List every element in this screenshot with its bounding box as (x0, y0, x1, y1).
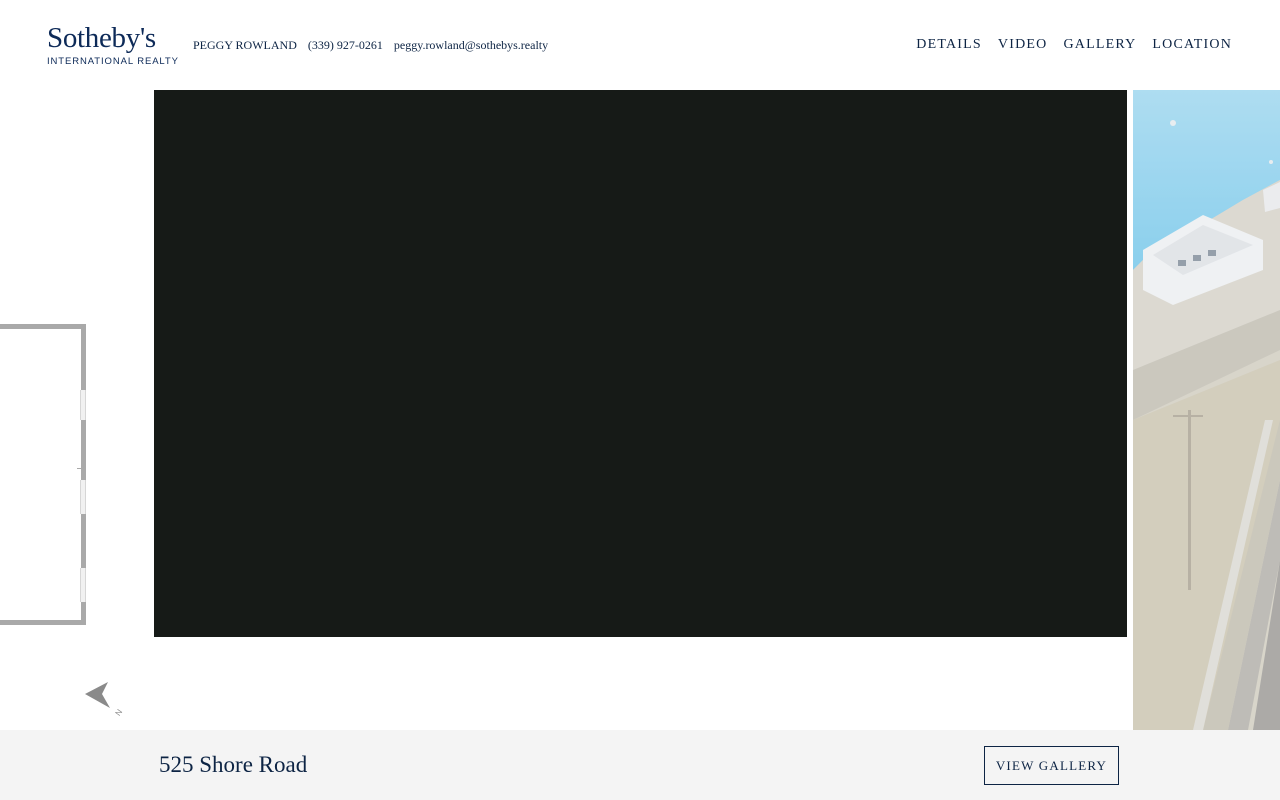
floorplan-door-mark (77, 468, 81, 469)
property-address: 525 Shore Road (159, 752, 308, 777)
sothebys-logo[interactable]: Sotheby's INTERNATIONAL REALTY (47, 22, 179, 67)
compass-label: N (114, 707, 125, 717)
logo-wordmark: Sotheby's (47, 22, 156, 54)
view-gallery-button[interactable]: VIEW GALLERY (984, 746, 1119, 785)
floorplan-slide[interactable]: N (0, 90, 154, 730)
floorplan-window (80, 390, 86, 420)
nav-location[interactable]: LOCATION (1152, 37, 1232, 53)
agent-phone-link[interactable]: (339) 927-0261 (308, 38, 383, 52)
agent-email-link[interactable]: peggy.rowland@sothebys.realty (394, 38, 548, 52)
agent-name: PEGGY ROWLAND (193, 38, 297, 52)
floorplan-window (80, 480, 86, 514)
agent-contact: PEGGY ROWLAND (339) 927-0261 peggy.rowla… (193, 38, 556, 53)
floorplan-wall-top (0, 324, 86, 329)
floorplan-window (80, 568, 86, 602)
floorplan-wall-bottom (0, 620, 86, 625)
logo-subtitle: INTERNATIONAL REALTY (47, 56, 179, 67)
compass-arrow-icon: N (85, 682, 125, 718)
aerial-photo-slide[interactable] (1133, 90, 1280, 730)
nav-video[interactable]: VIDEO (998, 37, 1048, 53)
main-nav: DETAILS VIDEO GALLERY LOCATION (916, 37, 1232, 53)
site-header: Sotheby's INTERNATIONAL REALTY PEGGY ROW… (0, 0, 1280, 90)
nav-details[interactable]: DETAILS (916, 37, 982, 53)
nav-gallery[interactable]: GALLERY (1063, 37, 1136, 53)
video-player[interactable] (154, 90, 1127, 637)
aerial-photo (1133, 90, 1280, 730)
